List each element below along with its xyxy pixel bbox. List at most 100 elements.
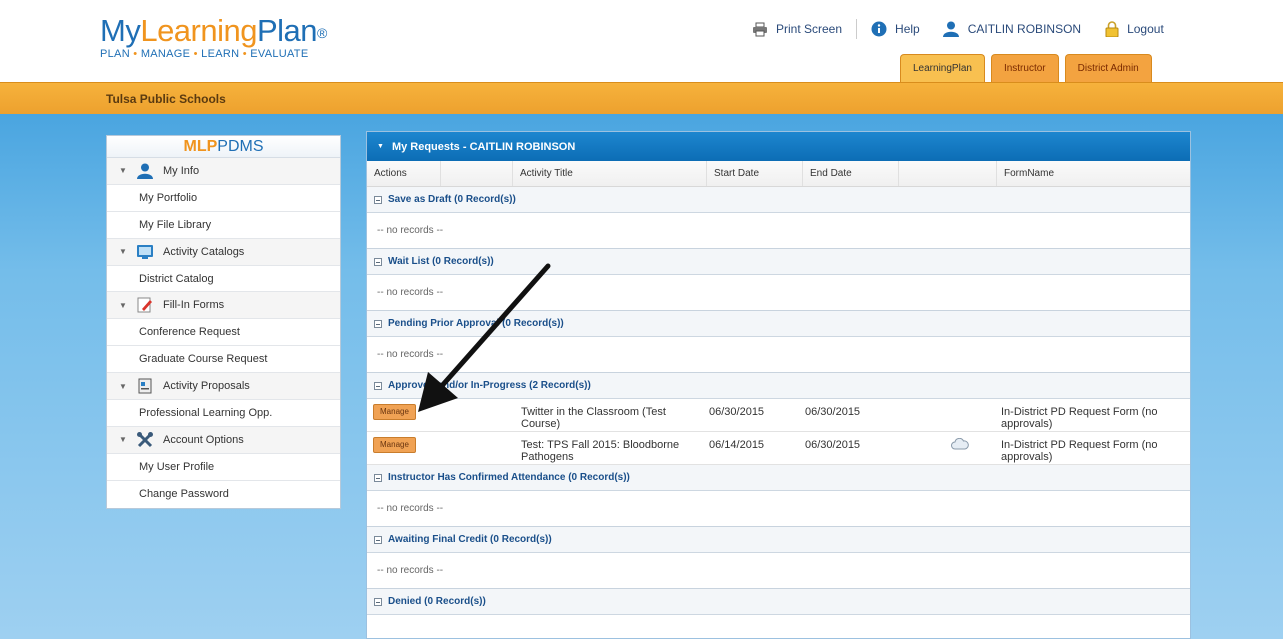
panel-title-bar[interactable]: ▼ My Requests - CAITLIN ROBINSON: [367, 132, 1190, 161]
form-name: In-District PD Request Form (no approval…: [1001, 439, 1158, 463]
link-divider: [856, 19, 858, 39]
group-awaiting-final-credit[interactable]: Awaiting Final Credit (0 Record(s)): [367, 527, 1190, 553]
sidebar-item-professional-learning-opp[interactable]: Professional Learning Opp.: [107, 400, 340, 427]
monitor-icon: [135, 243, 155, 261]
start-date: 06/30/2015: [709, 406, 765, 418]
collapse-icon: ▼: [119, 435, 127, 445]
col-form-name[interactable]: FormName: [997, 161, 1190, 186]
print-screen-link[interactable]: Print Screen: [752, 22, 842, 37]
row-icon-cell: [899, 432, 997, 453]
sidebar-section-label: Fill-In Forms: [163, 299, 225, 312]
activity-title-link[interactable]: Twitter in the Classroom (Test Course): [513, 399, 707, 430]
sidebar-section-label: Account Options: [163, 433, 244, 446]
col-icon: [899, 161, 997, 186]
sidebar-section-activity-catalogs[interactable]: ▼ Activity Catalogs: [107, 238, 340, 266]
role-tabs: LearningPlan Instructor District Admin: [900, 54, 1152, 82]
user-icon: [135, 162, 155, 180]
print-screen-label: Print Screen: [776, 22, 843, 36]
my-requests-panel: ▼ My Requests - CAITLIN ROBINSON Actions…: [366, 131, 1191, 639]
no-records-text: -- no records --: [367, 491, 1190, 527]
collapse-icon: ▼: [119, 247, 127, 257]
table-header: Actions Activity Title Start Date End Da…: [367, 161, 1190, 187]
collapse-icon: ▼: [377, 143, 384, 150]
collapse-icon: [374, 381, 382, 390]
help-link[interactable]: Help: [871, 21, 920, 37]
group-approved-in-progress[interactable]: Approved and/or In-Progress (2 Record(s)…: [367, 373, 1190, 399]
sidebar-section-label: Activity Catalogs: [163, 245, 245, 258]
manage-button[interactable]: Manage: [373, 437, 416, 453]
col-actions[interactable]: Actions: [367, 161, 441, 186]
manage-button[interactable]: Manage: [373, 404, 416, 420]
lock-icon: [1105, 21, 1119, 37]
collapse-icon: [374, 319, 382, 328]
sidebar-section-my-info[interactable]: ▼ My Info: [107, 158, 340, 185]
sidebar-section-label: Activity Proposals: [163, 380, 250, 393]
tab-instructor[interactable]: Instructor: [990, 54, 1059, 82]
sidebar-section-label: My Info: [163, 164, 200, 177]
user-icon: [942, 21, 959, 37]
user-name: CAITLIN ROBINSON: [967, 22, 1082, 36]
top-links: Print Screen Help CAITLIN ROBINSON Logou…: [752, 18, 1164, 40]
tools-icon: [135, 431, 155, 449]
school-bar: Tulsa Public Schools: [0, 82, 1283, 114]
group-wait-list[interactable]: Wait List (0 Record(s)): [367, 249, 1190, 275]
col-blank: [441, 161, 513, 186]
sidebar: MLPPDMS ▼ My Info My Portfolio My File L…: [106, 135, 341, 509]
printer-icon: [753, 22, 767, 36]
school-name: Tulsa Public Schools: [106, 92, 226, 106]
logo-wordmark: MyLearningPlan®: [100, 13, 327, 48]
col-start-date[interactable]: Start Date: [707, 161, 803, 186]
logout-label: Logout: [1127, 22, 1164, 36]
table-row: Manage Twitter in the Classroom (Test Co…: [367, 399, 1190, 432]
collapse-icon: ▼: [119, 166, 127, 176]
sidebar-item-district-catalog[interactable]: District Catalog: [107, 266, 340, 293]
sidebar-item-graduate-course-request[interactable]: Graduate Course Request: [107, 346, 340, 374]
proposal-doc-icon: [135, 377, 155, 395]
collapse-icon: [374, 473, 382, 482]
collapse-icon: [374, 535, 382, 544]
group-denied[interactable]: Denied (0 Record(s)): [367, 589, 1190, 615]
collapse-icon: [374, 195, 382, 204]
sidebar-item-change-password[interactable]: Change Password: [107, 481, 340, 508]
user-profile-link[interactable]: CAITLIN ROBINSON: [942, 21, 1081, 37]
col-activity-title[interactable]: Activity Title: [513, 161, 707, 186]
sidebar-title: MLPPDMS: [107, 136, 340, 158]
group-instructor-confirmed-attendance[interactable]: Instructor Has Confirmed Attendance (0 R…: [367, 465, 1190, 491]
pencil-form-icon: [135, 296, 155, 314]
start-date: 06/14/2015: [709, 439, 765, 451]
tab-district-admin[interactable]: District Admin: [1064, 54, 1152, 82]
mylearningplan-logo[interactable]: MyLearningPlan® PLAN • MANAGE • LEARN • …: [100, 13, 327, 61]
tab-learningplan[interactable]: LearningPlan: [900, 54, 985, 82]
cloud-icon[interactable]: [951, 437, 969, 450]
end-date: 06/30/2015: [805, 406, 861, 418]
sidebar-item-my-user-profile[interactable]: My User Profile: [107, 454, 340, 481]
sidebar-item-conference-request[interactable]: Conference Request: [107, 319, 340, 347]
no-records-text: -- no records --: [367, 553, 1190, 589]
form-name: In-District PD Request Form (no approval…: [1001, 406, 1158, 430]
collapse-icon: ▼: [119, 381, 127, 391]
row-icon-cell: [899, 399, 997, 406]
activity-title-link[interactable]: Test: TPS Fall 2015: Bloodborne Pathogen…: [513, 432, 707, 463]
sidebar-item-my-portfolio[interactable]: My Portfolio: [107, 185, 340, 212]
collapse-icon: ▼: [119, 300, 127, 310]
group-pending-prior-approval[interactable]: Pending Prior Approval (0 Record(s)): [367, 311, 1190, 337]
table-row: Manage Test: TPS Fall 2015: Bloodborne P…: [367, 432, 1190, 465]
logout-link[interactable]: Logout: [1105, 21, 1164, 37]
panel-title: My Requests - CAITLIN ROBINSON: [391, 140, 576, 153]
group-save-as-draft[interactable]: Save as Draft (0 Record(s)): [367, 187, 1190, 213]
no-records-text: -- no records --: [367, 275, 1190, 311]
collapse-icon: [374, 597, 382, 606]
sidebar-section-activity-proposals[interactable]: ▼ Activity Proposals: [107, 373, 340, 401]
app-header: MyLearningPlan® PLAN • MANAGE • LEARN • …: [0, 0, 1283, 82]
logo-tagline: PLAN • MANAGE • LEARN • EVALUATE: [100, 48, 309, 60]
sidebar-item-my-file-library[interactable]: My File Library: [107, 212, 340, 239]
help-label: Help: [895, 22, 920, 36]
sidebar-section-fill-in-forms[interactable]: ▼ Fill-In Forms: [107, 292, 340, 320]
help-icon: [871, 21, 887, 37]
collapse-icon: [374, 257, 382, 266]
end-date: 06/30/2015: [805, 439, 861, 451]
sidebar-section-account-options[interactable]: ▼ Account Options: [107, 426, 340, 454]
col-end-date[interactable]: End Date: [803, 161, 899, 186]
no-records-text: -- no records --: [367, 337, 1190, 373]
no-records-text: -- no records --: [367, 213, 1190, 249]
